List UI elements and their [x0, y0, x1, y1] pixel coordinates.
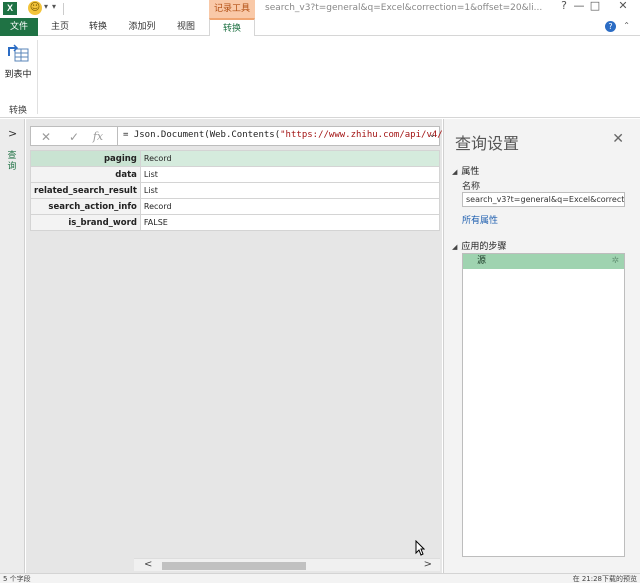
collapse-triangle-icon: ◢ — [452, 243, 458, 251]
record-tools-context-label: 记录工具 — [209, 0, 255, 18]
all-properties-link[interactable]: 所有属性 — [462, 213, 498, 226]
maximize-button[interactable]: □ — [586, 0, 604, 14]
preview-download-status: 在 21:28下载的预览 — [572, 575, 637, 583]
table-row[interactable]: related_search_result List — [30, 182, 441, 199]
tab-transform[interactable]: 转换 — [82, 18, 114, 36]
fx-icon[interactable]: fx — [89, 129, 107, 145]
gear-icon[interactable]: ✲ — [611, 254, 619, 269]
tab-file[interactable]: 文件 — [0, 18, 38, 36]
collapse-triangle-icon: ◢ — [452, 168, 458, 176]
data-preview-area: ✕ ✓ fx = Json.Document(Web.Contents("htt… — [26, 119, 443, 573]
horizontal-scrollbar[interactable]: < > — [134, 558, 440, 571]
customize-quick-access-icon[interactable]: ▾ — [52, 2, 56, 11]
cancel-formula-icon[interactable]: ✕ — [37, 129, 55, 145]
record-field-name[interactable]: is_brand_word — [30, 214, 141, 231]
record-field-value[interactable]: List — [139, 182, 441, 199]
help-icon[interactable]: ? — [605, 21, 616, 32]
record-field-name[interactable]: data — [30, 166, 141, 183]
applied-steps-section-header[interactable]: ◢ 应用的步骤 — [452, 239, 506, 252]
tab-home[interactable]: 主页 — [44, 18, 76, 36]
expand-nav-icon[interactable]: > — [8, 127, 17, 140]
excel-icon[interactable]: X — [3, 2, 17, 15]
to-table-label: 到表中 — [4, 70, 32, 80]
table-row[interactable]: is_brand_word FALSE — [30, 214, 441, 231]
quick-access-divider — [63, 3, 64, 15]
tab-add-column[interactable]: 添加列 — [122, 18, 162, 36]
close-icon[interactable]: ✕ — [612, 131, 624, 147]
scroll-right-icon[interactable]: > — [424, 559, 432, 571]
mouse-pointer-icon — [415, 540, 425, 556]
queries-nav-pane: > 查询 — [0, 119, 25, 573]
applied-steps-list: 源 ✲ — [462, 253, 625, 557]
record-field-value[interactable]: List — [139, 166, 441, 183]
record-field-value[interactable]: FALSE — [139, 214, 441, 231]
applied-step-source[interactable]: 源 ✲ — [463, 254, 624, 269]
formula-bar-divider — [117, 127, 118, 145]
table-row[interactable]: paging Record — [30, 150, 441, 167]
query-name-field[interactable]: search_v3?t=general&q=Excel&correction — [462, 192, 625, 207]
record-field-name[interactable]: related_search_result — [30, 182, 141, 199]
properties-section-header[interactable]: ◢ 属性 — [452, 164, 479, 177]
smiley-feedback-icon[interactable]: ☺ — [28, 1, 42, 15]
ribbon-collapse-icon[interactable]: ⌃ — [623, 21, 630, 30]
ribbon-group-divider — [37, 40, 38, 114]
formula-input[interactable]: = Json.Document(Web.Contents("https://ww… — [123, 130, 443, 140]
query-settings-pane: 查询设置 ✕ ◢ 属性 名称 search_v3?t=general&q=Exce… — [443, 119, 640, 573]
close-window-button[interactable]: ✕ — [614, 0, 632, 14]
formula-bar: ✕ ✓ fx = Json.Document(Web.Contents("htt… — [30, 126, 443, 146]
to-table-button[interactable]: 到表中 — [4, 44, 32, 81]
chevron-down-icon[interactable]: ⌄ — [428, 130, 436, 140]
status-bar: 5 个字段 在 21:28下载的预览 — [0, 573, 640, 583]
window-title: search_v3?t=general&q=Excel&correction=1… — [265, 3, 543, 13]
table-row[interactable]: data List — [30, 166, 441, 183]
record-field-name[interactable]: search_action_info — [30, 198, 141, 215]
formula-prefix: = Json.Document(Web.Contents( — [123, 130, 281, 140]
column-count-status: 5 个字段 — [3, 575, 31, 583]
ribbon-group-label: 转换 — [9, 106, 28, 116]
chevron-down-icon[interactable]: ▾ — [44, 2, 48, 11]
scroll-thumb[interactable] — [162, 562, 306, 570]
step-label: 源 — [477, 256, 487, 266]
name-label: 名称 — [462, 182, 481, 192]
queries-nav-label[interactable]: 查询 — [6, 151, 18, 173]
record-field-name[interactable]: paging — [30, 150, 141, 167]
title-bar: X ☺ ▾ ▾ 记录工具 search_v3?t=general&q=Excel… — [0, 0, 640, 18]
scroll-left-icon[interactable]: < — [144, 559, 152, 571]
applied-steps-header-label: 应用的步骤 — [461, 242, 507, 252]
tab-view[interactable]: 视图 — [170, 18, 202, 36]
record-table: paging Record data List related_search_r… — [30, 150, 441, 231]
into-table-icon — [8, 44, 29, 62]
commit-formula-icon[interactable]: ✓ — [65, 129, 83, 145]
table-row[interactable]: search_action_info Record — [30, 198, 441, 215]
properties-header-label: 属性 — [461, 167, 480, 177]
query-settings-title: 查询设置 — [455, 134, 520, 153]
record-field-value[interactable]: Record — [139, 150, 441, 167]
tab-record-transform[interactable]: 转换 — [209, 18, 255, 37]
record-field-value[interactable]: Record — [139, 198, 441, 215]
formula-string: "https://www.zhihu.com/api/v4/ — [280, 130, 443, 140]
ribbon: 到表中 转换 — [0, 36, 640, 118]
ribbon-tabs: 文件 主页 转换 添加列 视图 转换 — [0, 18, 640, 37]
